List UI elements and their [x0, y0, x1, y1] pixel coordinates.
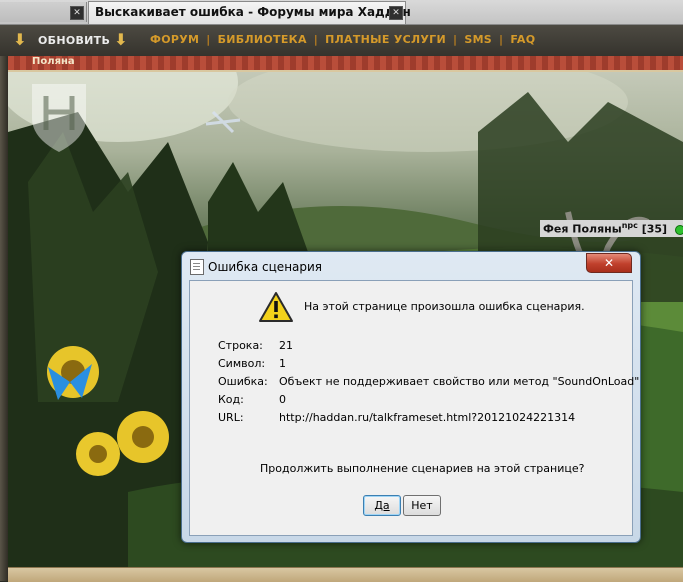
site-navbar: ⬇ ОБНОВИТЬ ⬇ ФОРУМ | БИБЛИОТЕКА | ПЛАТНЫЕ УС…	[0, 25, 683, 58]
line-label: Строка:	[218, 339, 263, 352]
yes-button-label: Да	[374, 499, 390, 512]
dialog-body: На этой странице произошла ошибка сценар…	[189, 280, 639, 536]
tab-title: Выскакивает ошибка - Форумы мира Хаддан	[95, 5, 411, 19]
code-label: Код:	[218, 393, 244, 406]
browser-tab-inactive[interactable]: ✕	[0, 2, 87, 22]
line-value: 21	[279, 339, 293, 352]
npc-label[interactable]: Фея Поляныnpc [35]	[540, 220, 683, 237]
location-label: Поляна	[32, 56, 75, 67]
nav-link-library[interactable]: БИБЛИОТЕКА	[218, 33, 307, 46]
no-button[interactable]: Нет	[403, 495, 441, 516]
tab-close-icon[interactable]: ✕	[389, 6, 403, 20]
error-value: Объект не поддерживает свойство или мето…	[279, 375, 640, 388]
continue-question: Продолжить выполнение сценариев на этой …	[260, 462, 585, 475]
browser-tab-bar: ✕ Выскакивает ошибка - Форумы мира Хадда…	[0, 0, 683, 25]
refresh-button[interactable]: ОБНОВИТЬ	[38, 34, 110, 47]
dialog-title: Ошибка сценария	[208, 260, 323, 274]
location-bar: Поляна	[8, 56, 683, 72]
document-icon	[190, 259, 204, 275]
char-label: Символ:	[218, 357, 266, 370]
nav-link-forum[interactable]: ФОРУМ	[150, 33, 199, 46]
npc-tag: npc	[621, 221, 638, 230]
warning-icon	[259, 292, 293, 322]
dialog-close-button[interactable]: ✕	[586, 253, 632, 273]
error-message: На этой странице произошла ошибка сценар…	[304, 300, 585, 313]
npc-name: Фея Поляны	[543, 222, 622, 236]
nav-link-faq[interactable]: FAQ	[510, 33, 535, 46]
online-status-icon	[674, 224, 683, 235]
arrow-down-icon[interactable]: ⬇	[12, 31, 28, 49]
browser-tab-active[interactable]: Выскакивает ошибка - Форумы мира Хаддан …	[88, 1, 411, 24]
bottom-panel-strip	[8, 567, 683, 582]
nav-separator: |	[313, 33, 319, 46]
url-label: URL:	[218, 411, 244, 424]
nav-links: ФОРУМ | БИБЛИОТЕКА | ПЛАТНЫЕ УСЛУГИ | SMS | FAQ	[150, 33, 535, 46]
char-value: 1	[279, 357, 286, 370]
tab-close-icon[interactable]: ✕	[70, 6, 84, 20]
error-label: Ошибка:	[218, 375, 268, 388]
yes-button[interactable]: Да	[363, 495, 401, 516]
nav-link-paid-services[interactable]: ПЛАТНЫЕ УСЛУГИ	[325, 33, 446, 46]
nav-link-sms[interactable]: SMS	[464, 33, 492, 46]
url-value: http://haddan.ru/talkframeset.html?20121…	[279, 411, 576, 424]
nav-separator: |	[206, 33, 211, 46]
code-value: 0	[279, 393, 286, 406]
npc-level: [35]	[641, 222, 668, 236]
nav-separator: |	[499, 33, 504, 46]
arrow-down-icon[interactable]: ⬇	[113, 31, 129, 49]
left-frame-border	[0, 56, 8, 581]
script-error-dialog: Ошибка сценария ✕ На этой странице произ…	[181, 251, 641, 543]
nav-separator: |	[453, 33, 458, 46]
